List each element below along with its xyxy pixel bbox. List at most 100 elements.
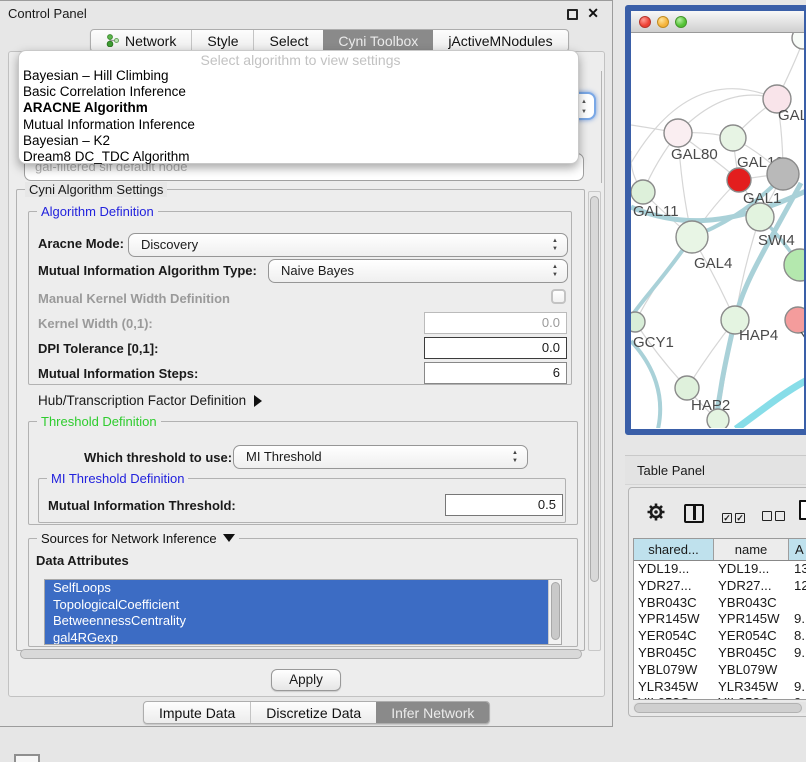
node-label-y: Y [800, 329, 804, 346]
tab-impute-data[interactable]: Impute Data [144, 702, 250, 723]
table-row[interactable]: YDR27...YDR27...12 [634, 578, 806, 595]
deselect-columns-icon[interactable] [762, 508, 788, 526]
column-header-a[interactable]: A [789, 539, 806, 560]
table-row[interactable]: YBR043CYBR043C [634, 595, 806, 612]
algorithm-option-basic-correlation-inference[interactable]: Basic Correlation Inference [23, 84, 578, 100]
algorithm-option-dream8-dc-tdc-algorithm[interactable]: Dream8 DC_TDC Algorithm [23, 149, 578, 165]
table-row[interactable]: YPR145WYPR145W9. [634, 611, 806, 628]
tab-cyni-toolbox[interactable]: Cyni Toolbox [323, 30, 433, 51]
table-row[interactable]: YDL19...YDL19...13 [634, 561, 806, 578]
network-node-gal11[interactable] [631, 180, 655, 204]
tab-label: jActiveMNodules [448, 33, 552, 49]
select-all-columns-icon[interactable]: ✓✓ [722, 508, 748, 526]
network-node-gal10[interactable] [720, 125, 746, 151]
table-cell: 9. [789, 679, 806, 696]
table-cell: YBL079W [634, 662, 714, 679]
table-cell: YPR145W [634, 611, 714, 628]
node-label-hap4: HAP4 [739, 327, 778, 344]
network-node[interactable] [792, 33, 804, 49]
tab-discretize-data[interactable]: Discretize Data [250, 702, 376, 723]
tab-label: Impute Data [159, 705, 235, 721]
which-threshold-label: Which threshold to use: [84, 450, 232, 465]
tab-infer-network[interactable]: Infer Network [376, 702, 489, 723]
apply-button[interactable]: Apply [271, 669, 341, 691]
network-edge[interactable] [631, 341, 660, 428]
minimize-window-icon[interactable] [657, 16, 669, 28]
network-canvas[interactable]: GALGAL80GAL10GAL1GAL11SWI4GAL4GCY1HAP4YH… [631, 33, 804, 428]
network-node[interactable] [784, 249, 804, 281]
mi-algorithm-type-combobox[interactable]: Naive Bayes ▲▼ [268, 259, 568, 283]
table-cell: YLR345W [714, 679, 789, 696]
attribute-item-selfloops[interactable]: SelfLoops [45, 580, 548, 597]
tab-label: Discretize Data [266, 705, 361, 721]
hub-definition-expander[interactable]: Hub/Transcription Factor Definition [38, 393, 262, 408]
table-row[interactable]: YIL052CYIL052C9. [634, 695, 806, 700]
spinner-arrows-icon: ▲▼ [552, 237, 558, 253]
zoom-window-icon[interactable] [675, 16, 687, 28]
dpi-tolerance-field[interactable]: 0.0 [424, 337, 567, 359]
table-hscrollbar[interactable] [633, 702, 806, 713]
table-row[interactable]: YER054CYER054C8. [634, 628, 806, 645]
tab-jactivemnodules[interactable]: jActiveMNodules [433, 30, 567, 51]
minimized-panel-icon[interactable] [14, 754, 40, 762]
network-node-gal1[interactable] [727, 168, 751, 192]
kernel-width-field[interactable]: 0.0 [424, 312, 567, 334]
settings-hscrollbar-thumb[interactable] [20, 649, 582, 659]
close-window-icon[interactable] [639, 16, 651, 28]
sources-group-title[interactable]: Sources for Network Inference [37, 531, 239, 546]
attribute-item-betweennesscentrality[interactable]: BetweennessCentrality [45, 613, 548, 630]
column-layout-icon[interactable] [684, 504, 704, 523]
inference-fieldset-border [601, 71, 602, 183]
column-header-name[interactable]: name [714, 539, 789, 560]
checked-box-icon: ✓ [735, 513, 745, 523]
table-panel: ✓✓ shared...nameA YDL19...YDL19...13YDR2… [628, 487, 806, 717]
gear-icon[interactable] [645, 501, 667, 528]
settings-scrollbar[interactable] [588, 191, 601, 651]
node-table: shared...nameA YDL19...YDL19...13YDR27..… [633, 538, 806, 700]
attributes-scrollbar[interactable] [548, 580, 561, 644]
tab-label: Select [269, 33, 308, 49]
algorithm-option-bayesian-k2[interactable]: Bayesian – K2 [23, 133, 578, 149]
column-header-shared[interactable]: shared... [634, 539, 714, 560]
network-node-gal4[interactable] [676, 221, 708, 253]
attribute-item-topologicalcoefficient[interactable]: TopologicalCoefficient [45, 597, 548, 614]
close-icon[interactable]: ✕ [587, 5, 599, 22]
table-cell: YDR27... [634, 578, 714, 595]
network-node-gal80[interactable] [664, 119, 692, 147]
network-node-gcy1[interactable] [631, 312, 645, 332]
algorithm-option-mutual-information-inference[interactable]: Mutual Information Inference [23, 117, 578, 133]
which-threshold-combobox[interactable]: MI Threshold ▲▼ [233, 445, 528, 469]
attribute-item-gal4rgexp[interactable]: gal4RGexp [45, 630, 548, 646]
algorithm-option-aracne-algorithm[interactable]: ARACNE Algorithm [23, 100, 578, 116]
table-rows: YDL19...YDL19...13YDR27...YDR27...12YBR0… [634, 561, 806, 700]
table-cell: 12 [789, 578, 806, 595]
algorithm-option-bayesian-hill-climbing[interactable]: Bayesian – Hill Climbing [23, 68, 578, 84]
aracne-mode-combobox[interactable]: Discovery ▲▼ [128, 233, 568, 257]
network-node[interactable] [767, 158, 799, 190]
attributes-scrollbar-thumb[interactable] [551, 582, 560, 640]
control-panel-tabs: Network Style Select Cyni Toolbox jActiveMNo… [90, 29, 569, 52]
mi-steps-field[interactable]: 6 [424, 362, 567, 384]
node-label-gcy1: GCY1 [633, 334, 674, 351]
tab-network[interactable]: Network [91, 30, 191, 51]
network-window-titlebar[interactable] [631, 11, 804, 33]
float-window-icon[interactable] [567, 9, 578, 20]
table-cell: YDR27... [714, 578, 789, 595]
table-row[interactable]: YLR345WYLR345W9. [634, 679, 806, 696]
network-edge[interactable] [736, 379, 804, 428]
table-row[interactable]: YBL079WYBL079W [634, 662, 806, 679]
mi-threshold-field[interactable]: 0.5 [445, 494, 563, 516]
tab-style[interactable]: Style [191, 30, 253, 51]
network-node[interactable] [707, 409, 729, 428]
manual-kernel-width-checkbox[interactable] [551, 289, 566, 304]
tab-select[interactable]: Select [253, 30, 323, 51]
table-cell: YBR045C [714, 645, 789, 662]
table-row[interactable]: YBR045CYBR045C9. [634, 645, 806, 662]
file-icon[interactable] [799, 500, 806, 520]
table-hscrollbar-thumb[interactable] [634, 703, 802, 713]
settings-scrollbar-thumb[interactable] [590, 196, 599, 582]
tab-label: Style [207, 33, 238, 49]
data-attributes-list: SelfLoopsTopologicalCoefficientBetweenne… [44, 579, 562, 645]
network-view-window[interactable]: GALGAL80GAL10GAL1GAL11SWI4GAL4GCY1HAP4YH… [625, 5, 806, 435]
network-node-swi4[interactable] [746, 203, 774, 231]
